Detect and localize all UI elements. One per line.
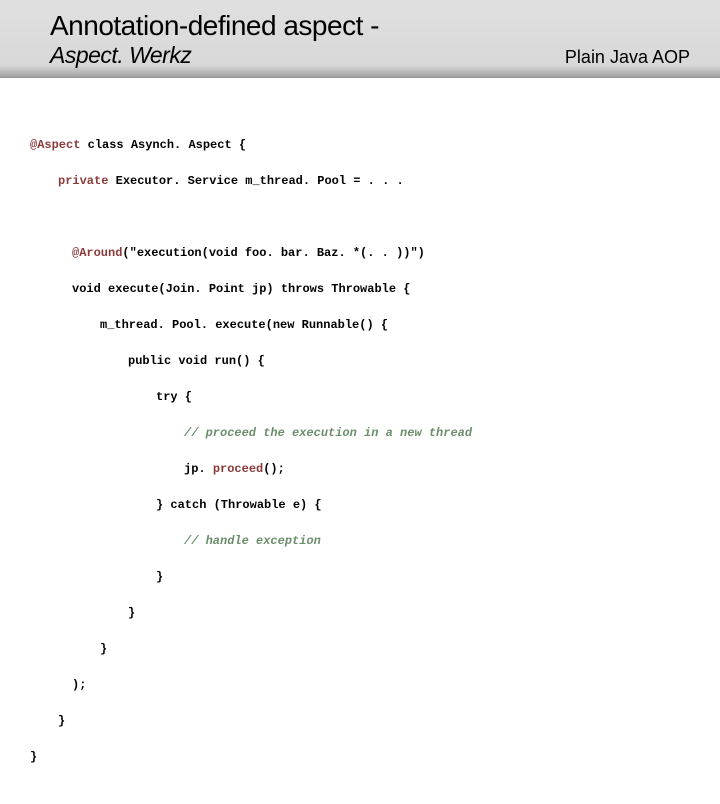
blank-line — [30, 208, 690, 226]
code-line: // proceed the execution in a new thread — [30, 424, 690, 442]
code-line: } — [30, 748, 690, 766]
keyword-private: private — [58, 174, 108, 188]
subtitle-row: Aspect. Werkz Plain Java AOP — [50, 42, 720, 69]
code-line: @Aspect class Asynch. Aspect { — [30, 136, 690, 154]
code-line: } — [30, 568, 690, 586]
code-line: } — [30, 604, 690, 622]
code-line: m_thread. Pool. execute(new Runnable() { — [30, 316, 690, 334]
code-line: } — [30, 712, 690, 730]
code-line: ); — [30, 676, 690, 694]
keyword-around: @Around — [72, 246, 122, 260]
keyword-aspect: @Aspect — [30, 138, 80, 152]
code-line: } catch (Throwable e) { — [30, 496, 690, 514]
code-line: private Executor. Service m_thread. Pool… — [30, 172, 690, 190]
code-line: // handle exception — [30, 532, 690, 550]
code-text: (); — [263, 462, 285, 476]
code-text: jp. — [184, 462, 213, 476]
code-line: try { — [30, 388, 690, 406]
code-text: class Asynch. Aspect { — [80, 138, 246, 152]
code-line: jp. proceed(); — [30, 460, 690, 478]
code-line: public void run() { — [30, 352, 690, 370]
code-line: } — [30, 640, 690, 658]
code-block: @Aspect class Asynch. Aspect { private E… — [0, 78, 720, 804]
code-line: void execute(Join. Point jp) throws Thro… — [30, 280, 690, 298]
keyword-proceed: proceed — [213, 462, 263, 476]
slide-title: Annotation-defined aspect - — [50, 10, 720, 42]
slide-tagline: Plain Java AOP — [565, 47, 690, 68]
code-line: @Around("execution(void foo. bar. Baz. *… — [30, 244, 690, 262]
code-text: ("execution(void foo. bar. Baz. *(. . ))… — [122, 246, 424, 260]
slide-header: Annotation-defined aspect - Aspect. Werk… — [0, 0, 720, 78]
code-text: Executor. Service m_thread. Pool = . . . — [108, 174, 403, 188]
comment: // handle exception — [184, 534, 321, 548]
slide-subtitle: Aspect. Werkz — [50, 42, 191, 69]
comment: // proceed the execution in a new thread — [184, 426, 472, 440]
